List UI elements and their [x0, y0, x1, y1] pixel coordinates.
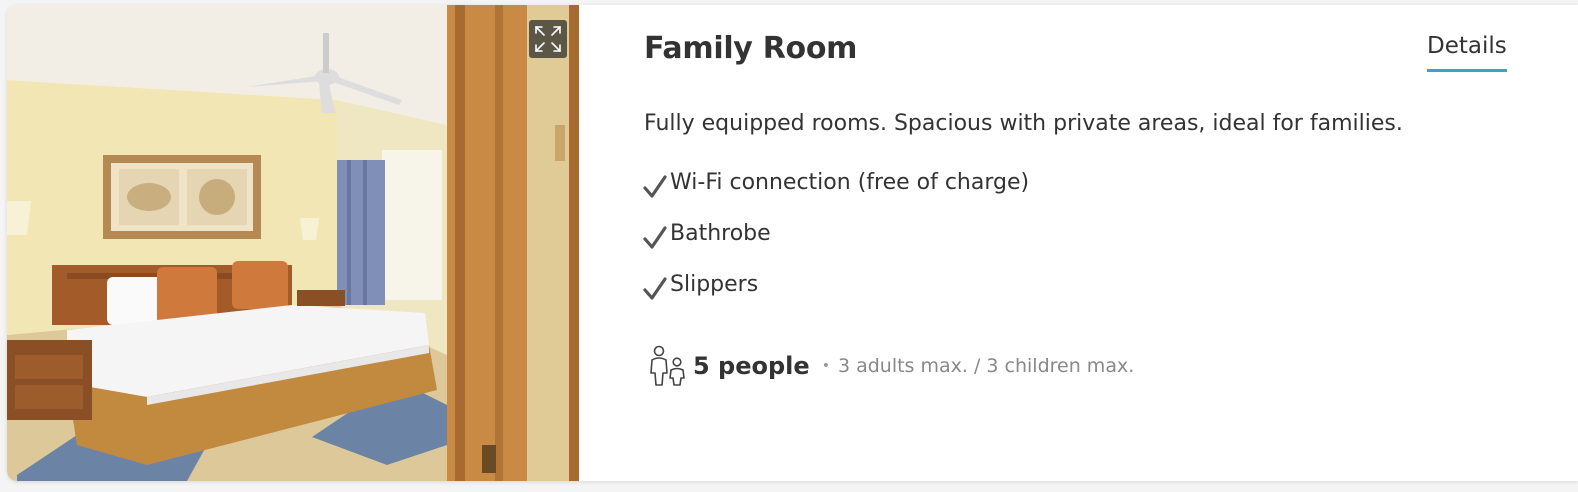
tab-details[interactable]: Details: [1427, 33, 1507, 72]
capacity-limits: 3 adults max. / 3 children max.: [837, 355, 1135, 377]
room-title: Family Room: [644, 31, 858, 66]
room-capacity: 5 people • 3 adults max. / 3 children ma…: [647, 345, 1134, 387]
expand-photo-button[interactable]: [529, 20, 567, 58]
capacity-separator: •: [821, 358, 830, 374]
bedroom-image: [7, 5, 579, 481]
checkmark-icon: [643, 277, 667, 300]
capacity-count: 5 people: [693, 352, 810, 380]
amenity-item: Wi-Fi connection (free of charge): [642, 170, 1029, 221]
checkmark-icon: [643, 226, 667, 249]
amenity-item: Slippers: [642, 272, 1029, 323]
people-icon: [650, 345, 685, 386]
amenity-label: Bathrobe: [670, 221, 771, 246]
amenity-item: Bathrobe: [642, 221, 1029, 272]
room-photo[interactable]: [7, 5, 579, 481]
expand-icon: [535, 26, 561, 52]
room-card: Family Room Details Fully equipped rooms…: [7, 5, 1578, 481]
amenity-label: Wi-Fi connection (free of charge): [670, 170, 1030, 195]
room-description: Fully equipped rooms. Spacious with priv…: [644, 111, 1403, 136]
amenities-list: Wi-Fi connection (free of charge) Bathro…: [642, 170, 1029, 323]
checkmark-icon: [643, 175, 667, 198]
amenity-label: Slippers: [670, 272, 759, 297]
